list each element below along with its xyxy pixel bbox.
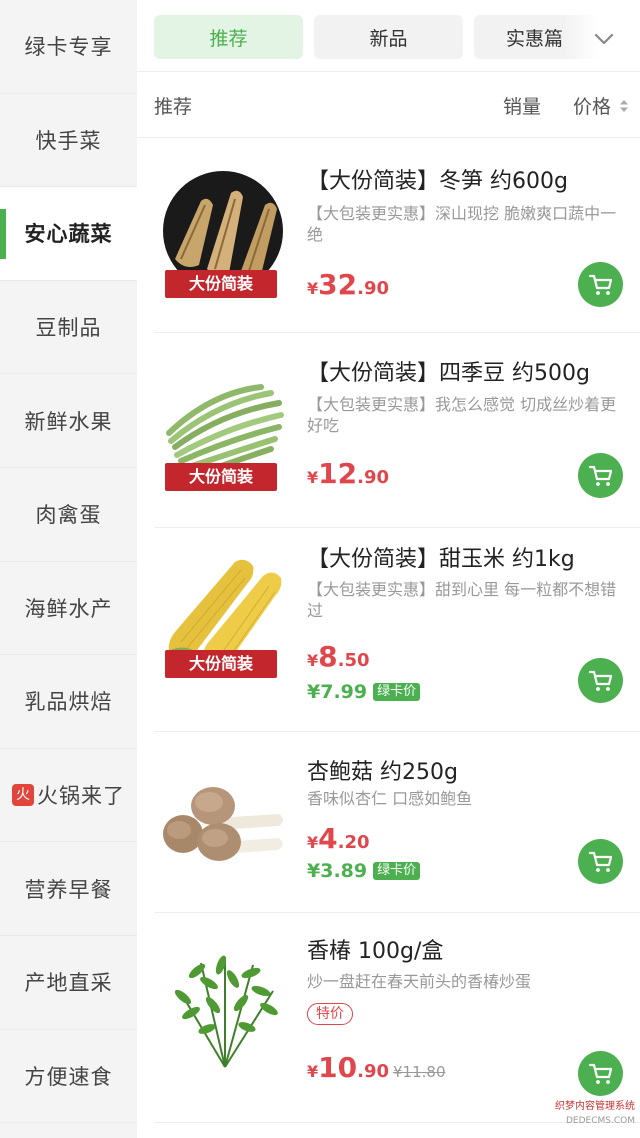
product-price: ¥32.90 [307,268,389,301]
sidebar-item-tofu[interactable]: 豆制品 [0,281,137,375]
sidebar-item-label: 海鲜水产 [24,596,113,621]
sidebar-item-dairy[interactable]: 乳品烘焙 [0,655,137,749]
member-price-badge: 绿卡价 [373,862,421,880]
sidebar-item-seafood[interactable]: 海鲜水产 [0,562,137,656]
product-desc: 【大包装更实惠】我怎么感觉 切成丝炒着更好吃 [307,395,617,435]
sort-bar: 推荐 销量 价格 [137,72,640,138]
cart-icon [588,1063,612,1084]
product-desc: 香味似杏仁 口感如鲍鱼 [307,789,473,808]
product-desc: 【大包装更实惠】深山现挖 脆嫩爽口蔬中一绝 [307,204,617,244]
cart-icon [588,851,612,872]
member-price-value: ¥7.99 [307,681,368,703]
sidebar-item-instant-food[interactable]: 方便速食 [0,1030,137,1124]
product-price: ¥10.90 ¥11.80 [307,1051,446,1084]
watermark-line1: 织梦内容管理系统 [555,1101,635,1112]
product-image-king-oyster-mushroom[interactable] [161,758,289,886]
sidebar-item-label: 产地直采 [24,971,113,996]
member-price: ¥3.89 绿卡价 [307,860,421,882]
add-to-cart-button[interactable] [578,1051,623,1096]
sidebar-item-quick-dishes[interactable]: 快手菜 [0,94,137,188]
sort-by-price[interactable]: 价格 [573,92,611,119]
cart-icon [588,465,612,486]
sidebar-item-label: 方便速食 [24,1064,113,1089]
product-card[interactable]: 大份简装 【大份简装】甜玉米 约1kg 【大包装更实惠】甜到心里 每一粒都不想错… [154,528,640,732]
member-price-value: ¥3.89 [307,860,368,882]
sidebar-item-label: 肉禽蛋 [35,503,102,528]
sidebar-item-hotpot[interactable]: 火火锅来了 [0,749,137,843]
product-tag: 大份简装 [165,463,277,491]
product-card[interactable]: 杏鲍菇 约250g 香味似杏仁 口感如鲍鱼 ¥4.20 ¥3.89 绿卡价 [154,732,640,913]
original-price: ¥11.80 [393,1063,446,1081]
add-to-cart-button[interactable] [578,262,623,307]
sidebar-item-label: 绿卡专享 [24,35,113,60]
sidebar-item-label: 新鲜水果 [24,409,113,434]
sidebar-item-label: 豆制品 [35,316,102,341]
product-tag: 大份简装 [165,270,277,298]
watermark-line2: DEDECMS.COM [566,1116,635,1126]
product-title[interactable]: 【大份简装】四季豆 约500g [307,355,590,387]
sidebar-item-label: 营养早餐 [24,877,113,902]
sidebar-item-vegetables[interactable]: 安心蔬菜 [0,187,137,281]
sort-arrows-icon [620,100,628,112]
sort-by-sales[interactable]: 销量 [503,92,541,119]
product-price: ¥12.90 [307,457,389,490]
tab-new[interactable]: 新品 [314,15,463,59]
chevron-down-icon[interactable] [589,24,619,54]
product-price: ¥4.20 [307,822,370,855]
fire-badge-icon: 火 [12,784,34,807]
product-title[interactable]: 香椿 100g/盒 [307,933,443,965]
sort-recommended[interactable]: 推荐 [154,92,192,119]
product-title[interactable]: 【大份简装】甜玉米 约1kg [307,541,575,573]
product-tag: 大份简装 [165,650,277,678]
sidebar-item-breakfast[interactable]: 营养早餐 [0,842,137,936]
add-to-cart-button[interactable] [578,453,623,498]
product-title[interactable]: 杏鲍菇 约250g [307,754,458,786]
cart-icon [588,274,612,295]
add-to-cart-button[interactable] [578,658,623,703]
sidebar-item-label: 乳品烘焙 [24,690,113,715]
product-desc: 【大包装更实惠】甜到心里 每一粒都不想错过 [307,580,617,620]
tab-recommended[interactable]: 推荐 [154,15,303,59]
sidebar-item-green-card[interactable]: 绿卡专享 [0,0,137,94]
cart-icon [588,670,612,691]
special-price-badge: 特价 [307,1003,353,1025]
product-title[interactable]: 【大份简装】冬笋 约600g [307,163,568,195]
filter-tabs: 推荐 新品 实惠篇 [137,0,640,72]
product-image-chinese-toon[interactable] [161,943,289,1071]
member-price: ¥7.99 绿卡价 [307,681,421,703]
watermark: 织梦内容管理系统 DEDECMS.COM [525,1100,635,1132]
product-card[interactable]: 大份简装 【大份简装】冬笋 约600g 【大包装更实惠】深山现挖 脆嫩爽口蔬中一… [154,138,640,333]
sidebar-item-fruits[interactable]: 新鲜水果 [0,374,137,468]
category-sidebar: 绿卡专享 快手菜 安心蔬菜 豆制品 新鲜水果 肉禽蛋 海鲜水产 乳品烘焙 火火锅… [0,0,137,1138]
product-card[interactable]: 大份简装 【大份简装】四季豆 约500g 【大包装更实惠】我怎么感觉 切成丝炒着… [154,333,640,528]
sidebar-item-label: 快手菜 [35,128,102,153]
product-card[interactable]: 香椿 100g/盒 炒一盘赶在春天前头的香椿炒蛋 特价 ¥10.90 ¥11.80 [154,913,640,1123]
product-desc: 炒一盘赶在春天前头的香椿炒蛋 [307,972,532,991]
member-price-badge: 绿卡价 [373,683,421,701]
add-to-cart-button[interactable] [578,839,623,884]
product-price: ¥8.50 [307,640,370,673]
sidebar-item-label: 安心蔬菜 [24,222,113,247]
sidebar-item-label: 火锅来了 [37,784,125,809]
product-list: 大份简装 【大份简装】冬笋 约600g 【大包装更实惠】深山现挖 脆嫩爽口蔬中一… [154,138,640,1123]
sidebar-item-meat-eggs[interactable]: 肉禽蛋 [0,468,137,562]
sidebar-item-origin-direct[interactable]: 产地直采 [0,936,137,1030]
